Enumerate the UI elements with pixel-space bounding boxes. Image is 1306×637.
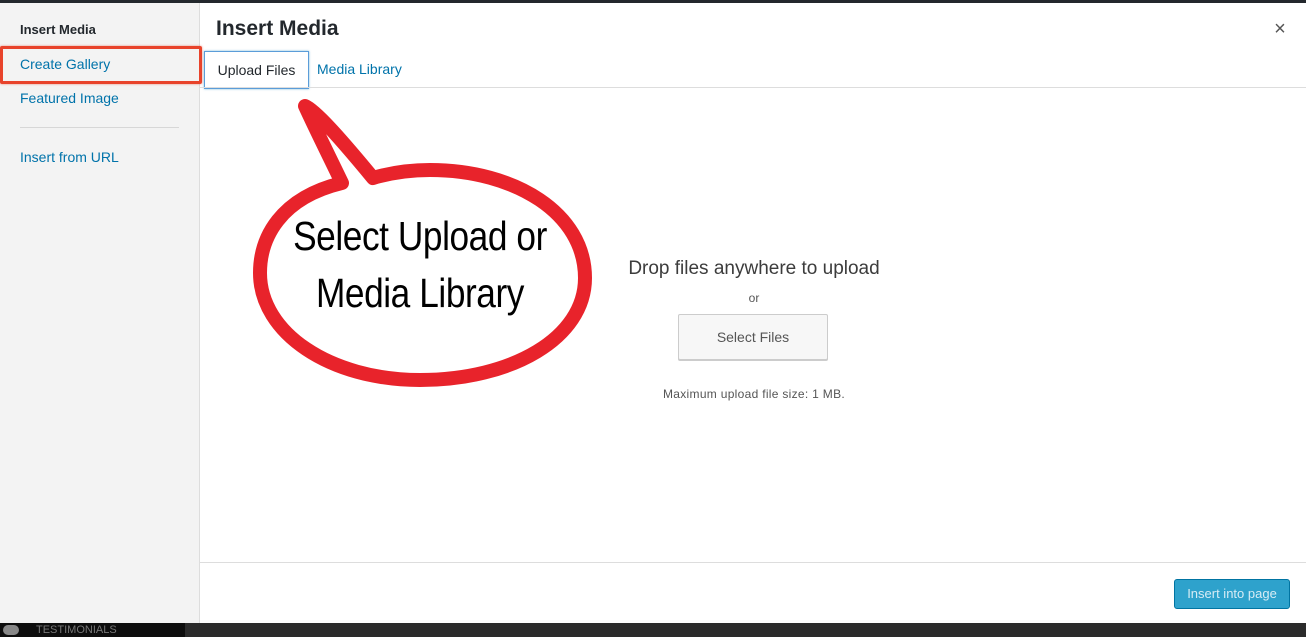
insert-media-modal: Insert Media Create Gallery Featured Ima… — [0, 3, 1306, 623]
sidebar-item-insert-from-url[interactable]: Insert from URL — [20, 149, 119, 165]
tabs-divider — [200, 87, 1306, 88]
taskbar-label: TESTIMONIALS — [36, 624, 117, 636]
create-gallery-highlight — [0, 46, 202, 84]
media-sidebar: Insert Media Create Gallery Featured Ima… — [0, 3, 200, 623]
taskbar — [0, 623, 1306, 637]
sidebar-divider — [20, 127, 179, 128]
callout-text-line1: Select Upload or — [293, 213, 547, 259]
tab-media-library[interactable]: Media Library — [317, 51, 402, 89]
modal-title: Insert Media — [216, 17, 339, 40]
tab-upload-files[interactable]: Upload Files — [204, 51, 309, 89]
sidebar-heading: Insert Media — [20, 22, 96, 37]
modal-footer: Insert into page — [200, 562, 1306, 623]
close-icon[interactable]: × — [1270, 19, 1290, 39]
or-text: or — [748, 291, 760, 305]
callout-text-line2: Media Library — [315, 270, 525, 316]
max-upload-size-text: Maximum upload file size: 1 MB. — [662, 387, 846, 401]
sidebar-item-featured-image[interactable]: Featured Image — [20, 90, 119, 106]
toggle-icon — [3, 625, 19, 635]
drop-files-text: Drop files anywhere to upload — [628, 258, 880, 279]
insert-into-page-button[interactable]: Insert into page — [1174, 579, 1290, 609]
select-files-button[interactable]: Select Files — [678, 314, 828, 360]
